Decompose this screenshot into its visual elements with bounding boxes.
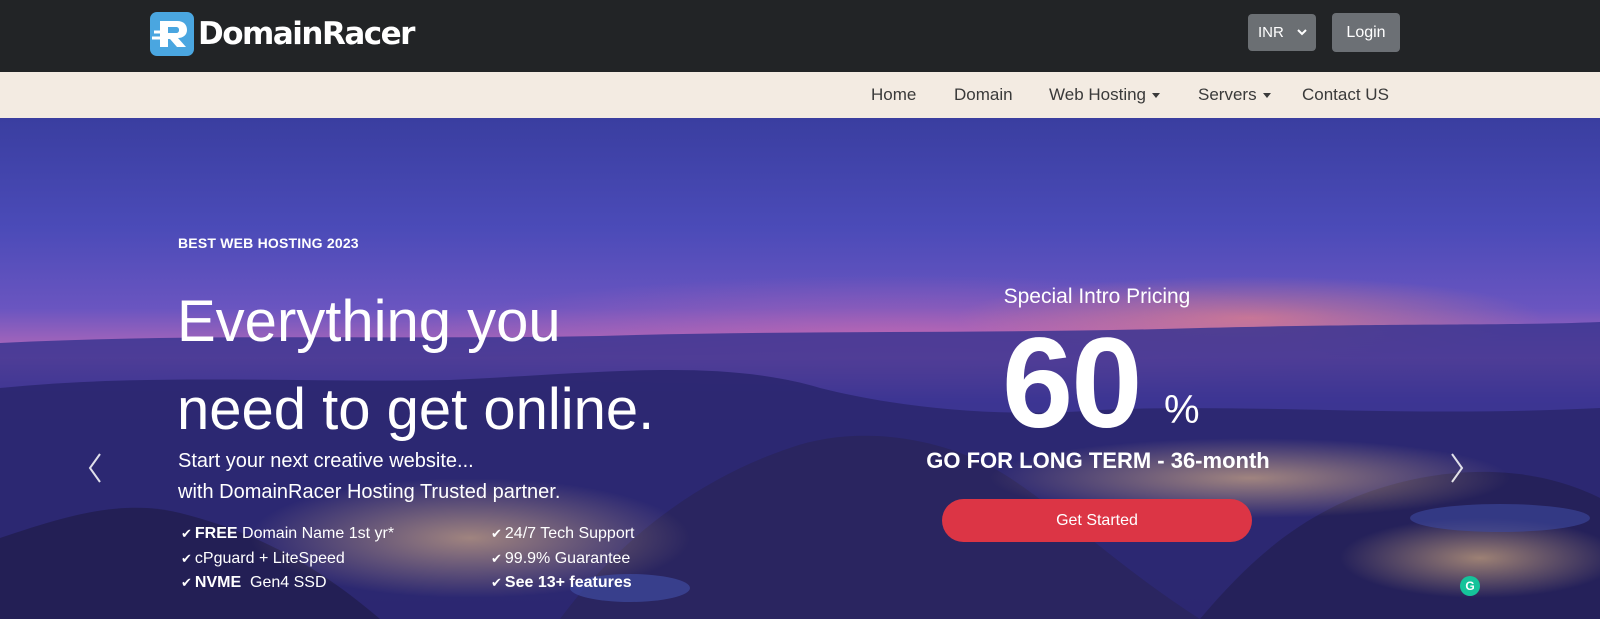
logo[interactable]: DomainRacer (150, 12, 415, 56)
check-icon: ✔ (181, 551, 192, 566)
nav-web-hosting-label: Web Hosting (1049, 85, 1147, 104)
nav-home-label: Home (871, 85, 917, 104)
nav-domain-label: Domain (954, 85, 1013, 104)
feature-item: ✔ 24/7 Tech Support (491, 525, 634, 543)
nav-contact-label: Contact US (1302, 85, 1389, 104)
promo-value: 60 (1002, 312, 1142, 455)
nav-domain[interactable]: Domain (954, 72, 1013, 118)
login-button[interactable]: Login (1332, 13, 1400, 52)
domainracer-r-icon (150, 12, 194, 56)
logo-text: DomainRacer (198, 16, 415, 52)
check-icon: ✔ (491, 551, 502, 566)
carousel-prev-button[interactable] (84, 448, 108, 488)
feature-item: ✔ cPguard + LiteSpeed (181, 550, 345, 568)
feature-text: 24/7 Tech Support (504, 525, 635, 542)
feature-item: ✔ FREE Domain Name 1st yr* (181, 525, 394, 543)
caret-down-icon (1262, 92, 1271, 98)
hero-subtitle-line1: Start your next creative website... (178, 450, 474, 472)
top-bar: DomainRacer INR Login (0, 0, 1600, 72)
chevron-right-icon (1451, 453, 1464, 483)
get-started-button[interactable]: Get Started (942, 499, 1252, 542)
feature-text: cPguard + LiteSpeed (194, 550, 345, 567)
nav-servers[interactable]: Servers (1198, 72, 1271, 118)
nav-servers-label: Servers (1198, 85, 1257, 104)
promo-term: GO FOR LONG TERM - 36-month (926, 448, 1270, 473)
feature-text: Domain Name 1st yr* (237, 525, 395, 542)
check-icon: ✔ (181, 526, 192, 541)
feature-item: ✔ NVME Gen4 SSD (181, 574, 327, 592)
currency-value: INR (1258, 24, 1284, 41)
grammarly-icon[interactable]: G (1460, 576, 1480, 596)
check-icon: ✔ (181, 575, 192, 590)
feature-bold: NVME (194, 574, 242, 591)
hero-headline-line2: need to get online. (177, 377, 655, 442)
hero-carousel: BEST WEB HOSTING 2023 Everything you nee… (0, 118, 1600, 619)
feature-text: 99.9% Guarantee (504, 550, 631, 567)
nav-contact[interactable]: Contact US (1302, 72, 1389, 118)
nav-home[interactable]: Home (871, 72, 916, 118)
hero-subtitle-line2: with DomainRacer Hosting Trusted partner… (178, 481, 561, 503)
nav-web-hosting[interactable]: Web Hosting (1049, 72, 1161, 118)
see-features-link[interactable]: ✔ See 13+ features (491, 574, 632, 592)
hero-headline: Everything you need to get online. (177, 278, 737, 454)
main-nav: Home Domain Web Hosting Servers Contact … (0, 72, 1600, 118)
hero-eyebrow: BEST WEB HOSTING 2023 (178, 235, 359, 251)
promo-title: Special Intro Pricing (1003, 285, 1191, 308)
chevron-left-icon (88, 453, 101, 483)
currency-select[interactable]: INR (1248, 14, 1316, 51)
carousel-next-button[interactable] (1444, 448, 1468, 488)
check-icon: ✔ (491, 575, 502, 590)
feature-item: ✔ 99.9% Guarantee (491, 550, 630, 568)
feature-bold: See 13+ features (504, 574, 632, 591)
promo-unit: % (1164, 388, 1200, 432)
chevron-down-icon (1297, 29, 1307, 36)
caret-down-icon (1152, 92, 1161, 98)
feature-text: Gen4 SSD (241, 574, 327, 591)
check-icon: ✔ (491, 526, 502, 541)
feature-bold: FREE (194, 525, 238, 542)
hero-headline-line1: Everything you (177, 289, 561, 354)
hero-subtitle: Start your next creative website... with… (178, 446, 638, 508)
